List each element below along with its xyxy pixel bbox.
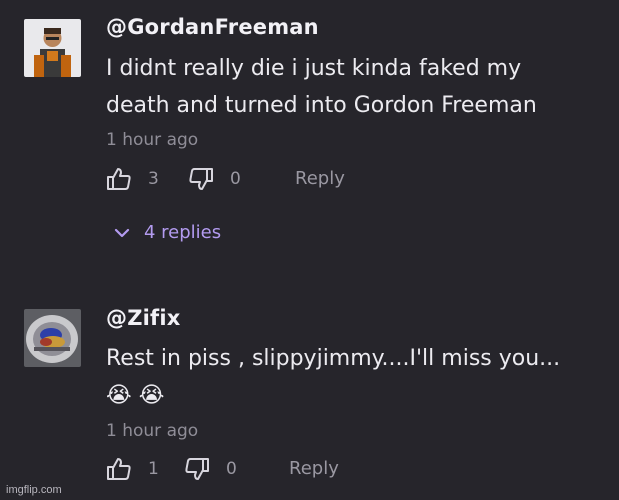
avatar[interactable] <box>24 19 81 77</box>
dislike-button[interactable]: 0 <box>188 166 241 192</box>
thumbs-down-icon <box>185 458 209 480</box>
avatar[interactable] <box>24 309 81 367</box>
thumbs-down-icon <box>189 168 213 190</box>
timestamp: 1 hour ago <box>106 130 199 150</box>
dislike-count: 0 <box>230 169 241 189</box>
username[interactable]: @GordanFreeman <box>106 15 319 39</box>
like-count: 3 <box>148 169 159 189</box>
comment-text-line-2: death and turned into Gordon Freeman <box>106 93 537 118</box>
comment-text-line-1: I didnt really die i just kinda faked my <box>106 56 522 81</box>
like-button[interactable]: 3 <box>106 166 159 192</box>
comment-emoji: 😭 😭 <box>106 383 165 408</box>
reply-button[interactable]: Reply <box>295 168 345 189</box>
thumbs-up-icon <box>107 458 131 480</box>
chevron-down-icon <box>114 222 130 243</box>
comment-text-line-1: Rest in piss , slippyjimmy....I'll miss … <box>106 346 561 371</box>
imgflip-watermark: imgflip.com <box>6 484 62 496</box>
like-count: 1 <box>148 459 159 479</box>
comment-actions: 3 0 Reply <box>106 166 526 194</box>
thumbs-up-icon <box>107 168 131 190</box>
dislike-count: 0 <box>226 459 237 479</box>
show-replies-button[interactable]: 4 replies <box>114 222 221 243</box>
timestamp: 1 hour ago <box>106 421 199 441</box>
username[interactable]: @Zifix <box>106 306 181 330</box>
reply-button[interactable]: Reply <box>289 458 339 479</box>
replies-count-label: 4 replies <box>144 222 222 243</box>
comment-actions: 1 0 Reply <box>106 456 526 484</box>
dislike-button[interactable]: 0 <box>184 456 237 482</box>
like-button[interactable]: 1 <box>106 456 159 482</box>
